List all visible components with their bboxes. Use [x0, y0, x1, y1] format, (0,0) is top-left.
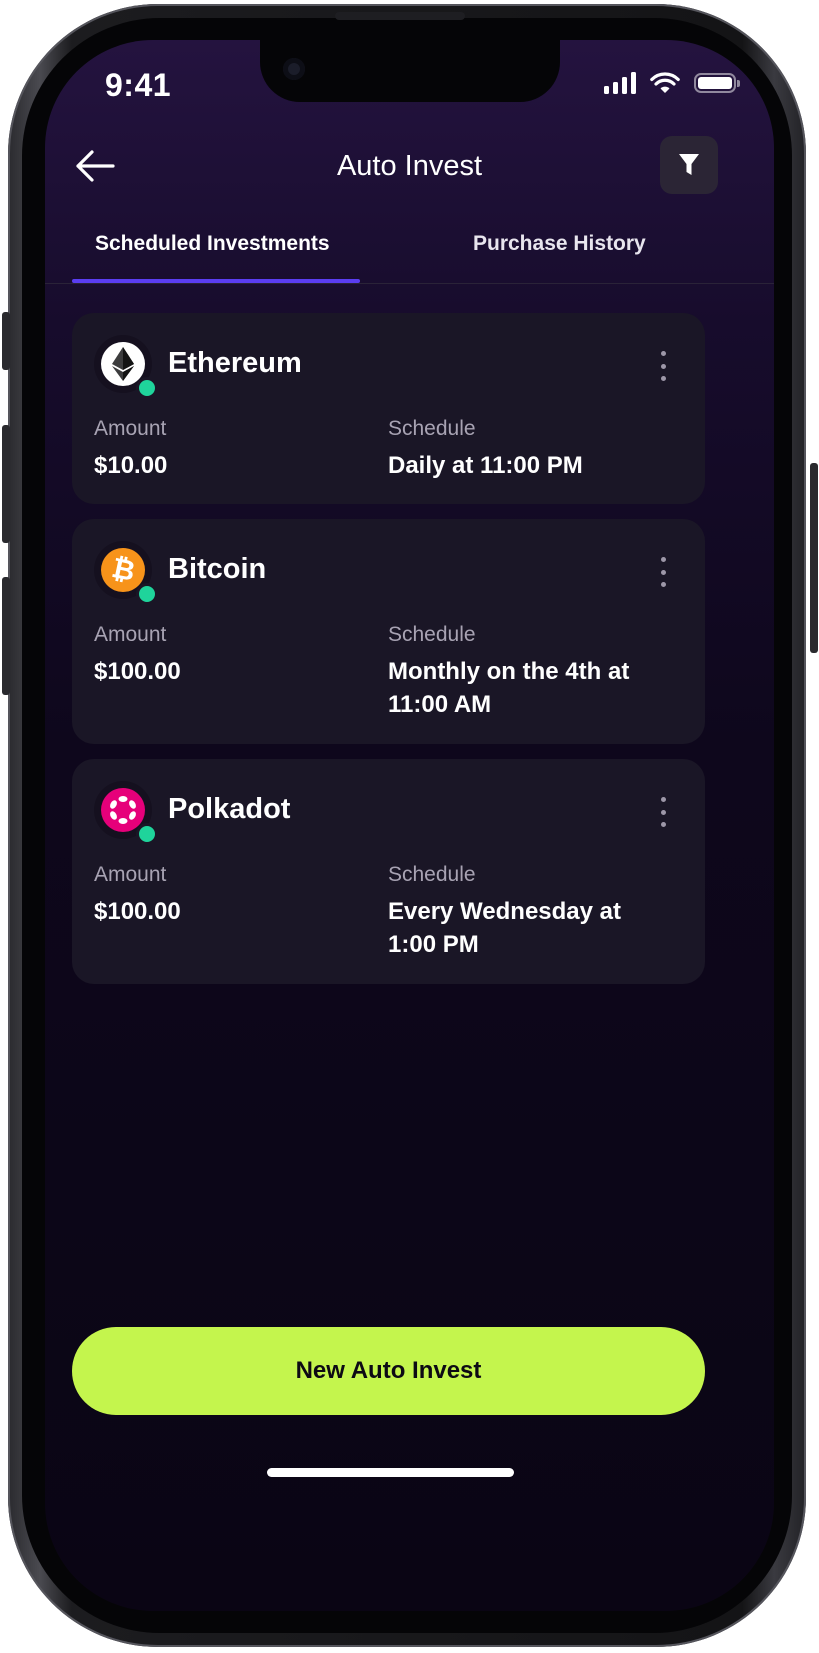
schedule-label: Schedule [388, 417, 476, 440]
more-options-button[interactable] [656, 797, 670, 827]
tab-scheduled-investments[interactable]: Scheduled Investments [95, 232, 330, 256]
schedule-label: Schedule [388, 623, 476, 646]
amount-value: $100.00 [94, 658, 181, 685]
amount-label: Amount [94, 623, 167, 646]
dot [660, 809, 666, 815]
schedule-value: Daily at 11:00 PM [388, 452, 583, 479]
dot [660, 557, 666, 562]
notch [260, 40, 560, 102]
active-status-dot [136, 377, 158, 399]
wifi-icon [650, 72, 680, 93]
active-status-dot [136, 583, 158, 605]
investment-card-ethereum[interactable]: Ethereum Amount $10.00 Schedule Daily at… [72, 313, 705, 504]
tab-indicator [72, 279, 360, 283]
dot [660, 582, 666, 587]
volume-down-button [2, 577, 10, 695]
amount-value: $100.00 [94, 898, 181, 925]
dot [660, 363, 666, 369]
action-button [2, 312, 10, 370]
camera-icon [283, 58, 305, 80]
status-time: 9:41 [105, 67, 172, 103]
tab-bar: Scheduled Investments Purchase History [45, 220, 774, 284]
schedule-label: Schedule [388, 863, 476, 886]
coin-name: Polkadot [168, 793, 291, 825]
dot [660, 822, 666, 827]
schedule-value: Every Wednesday at 1:00 PM [388, 898, 622, 958]
home-indicator[interactable] [267, 1468, 514, 1477]
dot [660, 569, 666, 575]
coin-name: Bitcoin [168, 553, 267, 585]
new-auto-invest-button[interactable]: New Auto Invest [72, 1327, 705, 1415]
active-status-dot [136, 823, 158, 845]
more-options-button[interactable] [656, 557, 670, 587]
amount-label: Amount [94, 863, 167, 886]
tab-purchase-history[interactable]: Purchase History [473, 232, 646, 256]
coin-name: Ethereum [168, 347, 302, 379]
investment-card-polkadot[interactable]: Polkadot Amount $100.00 Schedule Every W… [72, 759, 705, 984]
dot [660, 797, 666, 802]
amount-label: Amount [94, 417, 167, 440]
more-options-button[interactable] [656, 351, 670, 381]
signal-icon [604, 72, 636, 94]
filter-icon [679, 154, 699, 175]
schedule-value: Monthly on the 4th at 11:00 AM [388, 658, 630, 718]
amount-value: $10.00 [94, 452, 168, 479]
dot [660, 376, 666, 381]
power-button [810, 463, 818, 653]
status-icons [604, 72, 740, 94]
volume-up-button [2, 425, 10, 543]
dot [660, 351, 666, 356]
battery-icon [694, 73, 740, 93]
investment-card-bitcoin[interactable]: ₿ Bitcoin Amount $100.00 Schedule Monthl… [72, 519, 705, 744]
filter-button[interactable] [660, 136, 718, 194]
app-screen: 9:41 Auto Invest Scheduled Investments P… [45, 40, 774, 1611]
speaker-grille [335, 12, 465, 20]
